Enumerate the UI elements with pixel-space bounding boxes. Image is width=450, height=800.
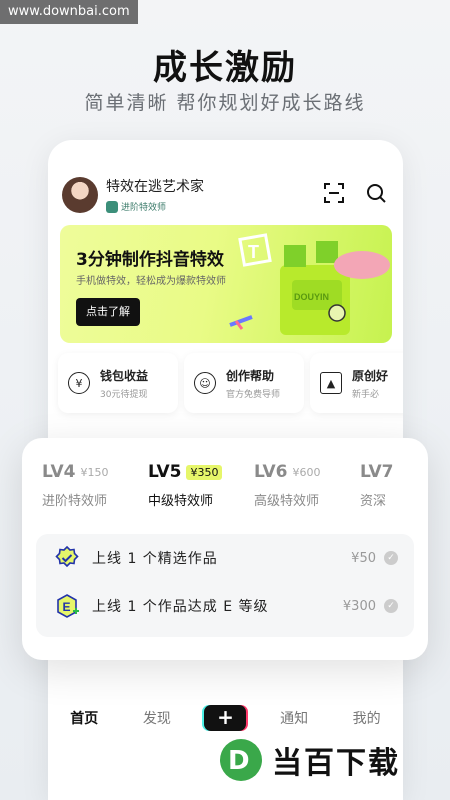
tool-card-help[interactable]: ☺ 创作帮助 官方免费导师 [184, 353, 304, 413]
level-price: ¥150 [80, 465, 109, 479]
avatar[interactable] [62, 176, 98, 213]
level-title: 高级特效师 [254, 494, 320, 509]
task-list: 上线 1 个精选作品 ¥50 ✓ E 上线 1 个作品达成 E 等级 ¥300 … [36, 534, 414, 637]
banner-cta-button[interactable]: 点击了解 [76, 298, 140, 326]
tool-card-original[interactable]: ▲ 原创好 新手必 [310, 353, 403, 413]
shield-icon [106, 200, 118, 213]
level-name: LV6 [254, 462, 288, 482]
level-name: LV7 [360, 462, 394, 482]
level-title: 进阶特效师 [42, 494, 108, 509]
tool-label: 原创好 [352, 368, 389, 383]
graduation-cap-icon: ▲ [320, 372, 342, 394]
banner-art-text: DOUYIN [294, 292, 329, 302]
banner-title: 3分钟制作抖音特效 [76, 250, 224, 270]
banner-subtitle: 手机做特效，轻松成为爆款特效师 [76, 276, 226, 287]
tab-me[interactable]: 我的 [342, 708, 392, 728]
task-text: 上线 1 个作品达成 E 等级 [92, 599, 269, 615]
check-icon: ✓ [384, 599, 398, 613]
tab-notify[interactable]: 通知 [269, 708, 319, 728]
level-tab-lv5[interactable]: LV5 ¥350 中级特效师 [128, 462, 234, 509]
level-tab-lv6[interactable]: LV6 ¥600 高级特效师 [234, 462, 340, 509]
tool-card-wallet[interactable]: ¥ 钱包收益 30元待提现 [58, 353, 178, 413]
task-reward: ¥300 [342, 598, 376, 614]
logo-letter: D [228, 746, 250, 776]
level-tabs: LV4 ¥150 进阶特效师 LV5 ¥350 中级特效师 LV6 ¥600 高… [22, 462, 428, 509]
task-item[interactable]: E 上线 1 个作品达成 E 等级 ¥300 ✓ [36, 582, 414, 630]
tool-label: 创作帮助 [226, 368, 275, 383]
banner-illustration: T DOUYIN [229, 233, 390, 335]
level-tab-lv4[interactable]: LV4 ¥150 进阶特效师 [22, 462, 128, 509]
bottom-tab-bar: 首页 发现 + 通知 我的 [48, 696, 403, 740]
level-tab-lv7[interactable]: LV7 资深 [340, 462, 428, 509]
svg-text:T: T [248, 242, 259, 262]
task-text: 上线 1 个精选作品 [92, 551, 218, 567]
add-button[interactable]: + [204, 705, 247, 731]
yen-coin-icon: ¥ [68, 372, 90, 394]
watermark: www.downbai.com [0, 0, 138, 24]
logo-mark: D [220, 739, 262, 781]
hero-subtitle: 简单清晰 帮你规划好成长路线 [84, 92, 366, 114]
role-badge: 进阶特效师 [106, 200, 204, 213]
task-item[interactable]: 上线 1 个精选作品 ¥50 ✓ [36, 534, 414, 582]
tool-shortcuts: ¥ 钱包收益 30元待提现 ☺ 创作帮助 官方免费导师 ▲ 原创好 新手必 [58, 353, 403, 413]
scan-icon[interactable] [323, 182, 345, 204]
grade-e-icon: E [54, 593, 80, 619]
role-badge-label: 进阶特效师 [121, 203, 167, 213]
tool-label: 钱包收益 [100, 368, 149, 383]
promo-banner[interactable]: 3分钟制作抖音特效 手机做特效，轻松成为爆款特效师 点击了解 T DOUYIN [60, 225, 392, 343]
tool-desc: 官方免费导师 [226, 389, 281, 400]
logo-text: 当百下载 [272, 746, 400, 781]
tab-home[interactable]: 首页 [59, 708, 109, 728]
tool-desc: 新手必 [352, 389, 380, 400]
badge-check-icon [54, 545, 80, 571]
username: 特效在逃艺术家 [106, 179, 204, 195]
task-reward: ¥50 [351, 550, 376, 566]
profile[interactable]: 特效在逃艺术家 进阶特效师 [62, 176, 204, 213]
tab-discover[interactable]: 发现 [132, 708, 182, 728]
level-price: ¥350 [186, 464, 223, 480]
hero-title: 成长激励 [153, 48, 297, 88]
grade-letter: E [63, 600, 71, 614]
tool-desc: 30元待提现 [100, 389, 148, 400]
level-name: LV5 [148, 462, 182, 482]
level-price: ¥600 [292, 465, 321, 479]
check-icon: ✓ [384, 551, 398, 565]
level-title: 中级特效师 [148, 494, 214, 509]
chat-smile-icon: ☺ [194, 372, 216, 394]
level-title: 资深 [360, 494, 387, 509]
search-icon[interactable] [365, 182, 387, 204]
site-logo: D 当百下载 [220, 738, 400, 782]
level-name: LV4 [42, 462, 76, 482]
